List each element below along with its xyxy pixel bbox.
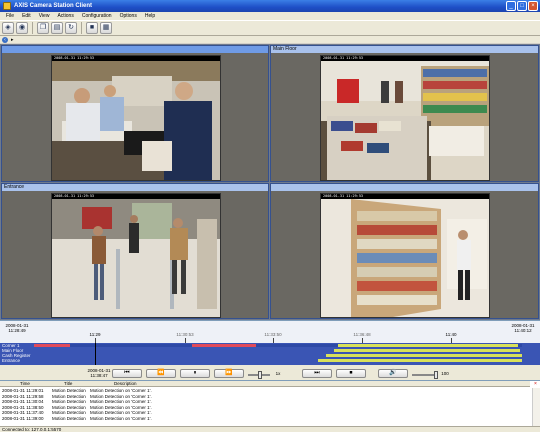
camera-view-grid: 2008-01-31 11:29:53 Main Floor 2008-01-3… bbox=[0, 44, 540, 320]
timeline-tracks[interactable]: Corner 1 Main Floor Cash Register Entran… bbox=[0, 343, 540, 365]
camera-scene-book-aisle bbox=[321, 199, 489, 317]
close-log-icon[interactable]: × bbox=[533, 382, 538, 387]
toolbar-separator bbox=[81, 22, 82, 34]
copy-icon[interactable]: ❐ bbox=[37, 22, 49, 34]
recording-bar[interactable] bbox=[326, 354, 522, 357]
status-bar: Connected to: 127.0.0.1:5570 bbox=[0, 426, 540, 432]
camera-image-main-floor[interactable]: 2008-01-31 11:29:53 bbox=[320, 55, 490, 181]
current-time-label: 2008-01-31 11:38:47 bbox=[87, 368, 111, 378]
timeline-tick-label: 11:33:50 bbox=[264, 332, 282, 337]
log-time: 2008-01-31 11:39:00 bbox=[2, 415, 44, 421]
column-time[interactable]: Time bbox=[20, 381, 30, 387]
menu-file[interactable]: File bbox=[2, 13, 18, 19]
view-cell-cash-register[interactable]: 2008-01-31 11:29:53 bbox=[1, 45, 269, 182]
event-log-panel: Time Title Description × 2008-01-31 11:2… bbox=[0, 380, 540, 427]
menu-options[interactable]: Options bbox=[116, 13, 141, 19]
fast-forward-button[interactable]: ⏩ bbox=[214, 369, 244, 378]
camera-image-book-aisle[interactable]: 2008-01-31 11:29:53 bbox=[320, 193, 490, 318]
timeline-tick-label: 11:36:48 bbox=[353, 332, 371, 337]
view-header bbox=[271, 184, 538, 191]
view-cell-entrance[interactable]: Entrance 2008-01-31 11:29:53 bbox=[1, 183, 269, 319]
toolbar-separator bbox=[32, 22, 33, 34]
timeline-tick-label: 11:29 bbox=[89, 332, 101, 337]
log-header: Time Title Description bbox=[0, 381, 530, 387]
window-controls: _ □ × bbox=[506, 1, 538, 11]
document-icon[interactable]: ▤ bbox=[51, 22, 63, 34]
toolbar: ◈ ◉ ❐ ▤ ↻ ■ ▦ bbox=[0, 20, 540, 36]
menu-bar: File Edit View Actions Configuration Opt… bbox=[0, 12, 540, 20]
menu-edit[interactable]: Edit bbox=[18, 13, 35, 19]
connection-status: Connected to: 127.0.0.1:5570 bbox=[2, 427, 62, 432]
menu-configuration[interactable]: Configuration bbox=[78, 13, 116, 19]
menu-help[interactable]: Help bbox=[141, 13, 159, 19]
minimize-button[interactable]: _ bbox=[506, 1, 516, 11]
title-bar: AXIS Camera Station Client _ □ × bbox=[0, 0, 540, 12]
view-cell-main-floor[interactable]: Main Floor 2008-01-31 11:29:53 bbox=[270, 45, 539, 182]
close-button[interactable]: × bbox=[528, 1, 538, 11]
camera-scene-entrance bbox=[52, 199, 220, 317]
motion-event-bar[interactable] bbox=[34, 344, 70, 347]
view-cell-book-aisle[interactable]: 2008-01-31 11:29:53 bbox=[270, 183, 539, 319]
camera-scene-cash-register bbox=[52, 61, 220, 180]
recording-bar[interactable] bbox=[318, 359, 522, 362]
view-header-entrance: Entrance bbox=[2, 184, 268, 191]
track-label-entrance: Entrance bbox=[2, 358, 21, 363]
log-row[interactable]: 2008-01-31 11:39:00 Motion Detection Mot… bbox=[0, 416, 530, 422]
playback-controls: 2008-01-31 11:38:47 ⏮ ⏪ ⏸ ⏩ 1x ⏭ ⏹ 🔊 100 bbox=[0, 365, 540, 381]
timeline-start-label: 2008-01-31 11:28:49 bbox=[5, 323, 29, 333]
view-header bbox=[2, 46, 268, 53]
timeline-panel: 2008-01-31 11:28:49 2008-01-31 11:40:12 … bbox=[0, 320, 540, 380]
stop-button[interactable]: ⏹ bbox=[336, 369, 366, 378]
timeline-ruler[interactable]: 2008-01-31 11:28:49 2008-01-31 11:40:12 … bbox=[0, 321, 540, 343]
recordings-icon[interactable]: ◉ bbox=[16, 22, 28, 34]
back-icon[interactable]: ‹ bbox=[2, 36, 8, 43]
recording-bar[interactable] bbox=[338, 344, 518, 347]
live-view-icon[interactable]: ◈ bbox=[2, 22, 14, 34]
motion-event-bar[interactable] bbox=[192, 344, 256, 347]
log-description: Motion Detection on 'Corner 1'. bbox=[90, 415, 152, 421]
log-scrollbar[interactable] bbox=[532, 388, 540, 427]
menu-view[interactable]: View bbox=[35, 13, 54, 19]
timeline-cursor[interactable] bbox=[95, 343, 96, 365]
window-title: AXIS Camera Station Client bbox=[14, 3, 93, 9]
speed-slider-thumb[interactable] bbox=[258, 371, 262, 379]
view-header-main-floor: Main Floor bbox=[271, 46, 538, 53]
volume-label: 100 bbox=[441, 371, 449, 376]
app-icon bbox=[3, 2, 11, 10]
skip-back-button[interactable]: ⏮ bbox=[112, 369, 142, 378]
camera-image-cash-register[interactable]: 2008-01-31 11:29:53 bbox=[51, 55, 221, 181]
timeline-tick-label: 11:30:53 bbox=[176, 332, 194, 337]
menu-actions[interactable]: Actions bbox=[53, 13, 77, 19]
camera-image-entrance[interactable]: 2008-01-31 11:29:53 bbox=[51, 193, 221, 318]
camera-scene-main-floor bbox=[321, 61, 489, 180]
timeline-end-label: 2008-01-31 11:40:12 bbox=[511, 323, 535, 333]
speed-label: 1x bbox=[275, 371, 281, 376]
refresh-icon[interactable]: ↻ bbox=[65, 22, 77, 34]
pause-button[interactable]: ⏸ bbox=[180, 369, 210, 378]
audio-button[interactable]: 🔊 bbox=[378, 369, 408, 378]
log-rows: 2008-01-31 11:29:01 Motion Detection Mot… bbox=[0, 388, 530, 421]
recording-bar[interactable] bbox=[334, 349, 520, 352]
nav-arrow-icon[interactable]: ▸ bbox=[11, 37, 14, 43]
camera-icon[interactable]: ■ bbox=[86, 22, 98, 34]
rewind-button[interactable]: ⏪ bbox=[146, 369, 176, 378]
column-description[interactable]: Description bbox=[114, 381, 137, 387]
maximize-button[interactable]: □ bbox=[517, 1, 527, 11]
navigation-strip: ‹ ▸ bbox=[0, 36, 540, 43]
skip-forward-button[interactable]: ⏭ bbox=[302, 369, 332, 378]
timeline-tick-label: 11:40 bbox=[445, 332, 457, 337]
layout-icon[interactable]: ▦ bbox=[100, 22, 112, 34]
column-title[interactable]: Title bbox=[64, 381, 72, 387]
log-title: Motion Detection bbox=[52, 415, 86, 421]
